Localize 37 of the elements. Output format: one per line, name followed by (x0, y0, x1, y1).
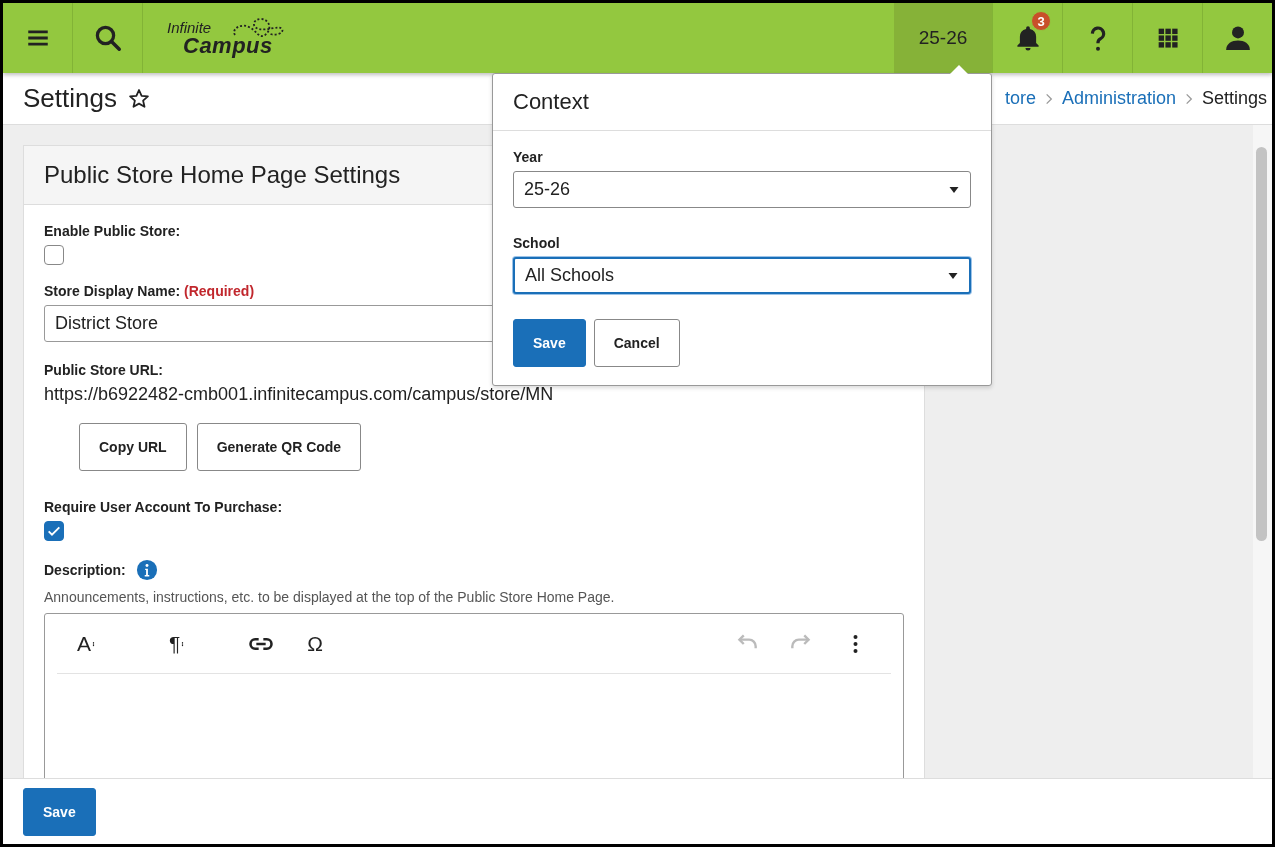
context-button[interactable]: 25-26 (894, 3, 992, 73)
info-icon[interactable] (135, 559, 158, 581)
scrollbar-thumb[interactable] (1256, 147, 1267, 541)
action-button[interactable]: Copy URL (79, 423, 187, 471)
breadcrumb-link[interactable]: Administration (1061, 88, 1176, 109)
popup-title: Context (513, 89, 589, 115)
notifications-button[interactable]: 3 (992, 3, 1062, 73)
toolbar-button[interactable]: ¶ (157, 625, 233, 662)
field-label: Store Display Name: (Required) (44, 283, 256, 299)
action-button[interactable]: Generate QR Code (196, 423, 362, 471)
logo-text: Campus (183, 34, 273, 57)
logo-text: Infinite (167, 19, 213, 35)
field-label: Year (513, 149, 544, 165)
field-label: Require User Account To Purchase: (44, 499, 284, 515)
toolbar-button[interactable]: Ω (289, 625, 341, 662)
toolbar-button[interactable]: A (65, 625, 155, 662)
checkbox[interactable] (44, 521, 64, 541)
checkbox[interactable] (44, 245, 64, 265)
star-icon[interactable] (126, 86, 151, 111)
cancel-button[interactable]: Cancel (593, 319, 680, 367)
field-hint: Announcements, instructions, etc. to be displayed at the top of the Public Store Home Page. (44, 589, 616, 605)
field-label: Public Store URL: (44, 362, 164, 378)
page-title: Settings (23, 83, 117, 114)
store-url: https://b6922482-cmb001.infinitecampus.com/campus/store/MN (44, 384, 555, 405)
save-button[interactable]: Save (23, 787, 96, 836)
scrollbar[interactable] (1253, 125, 1272, 778)
notification-badge: 3 (1031, 11, 1051, 31)
select-field[interactable]: All Schools (513, 257, 971, 294)
save-button[interactable]: Save (513, 319, 586, 367)
breadcrumb-link[interactable]: tore (1004, 88, 1036, 109)
panel-title: Public Store Home Page Settings (44, 161, 401, 189)
more-icon (852, 634, 858, 653)
field-label: School (513, 235, 561, 251)
field-label: Enable Public Store: (44, 223, 182, 239)
breadcrumb-current: Settings (1201, 88, 1267, 109)
select-field[interactable]: 25-26 (513, 171, 971, 208)
field-label: Description: (44, 562, 126, 578)
